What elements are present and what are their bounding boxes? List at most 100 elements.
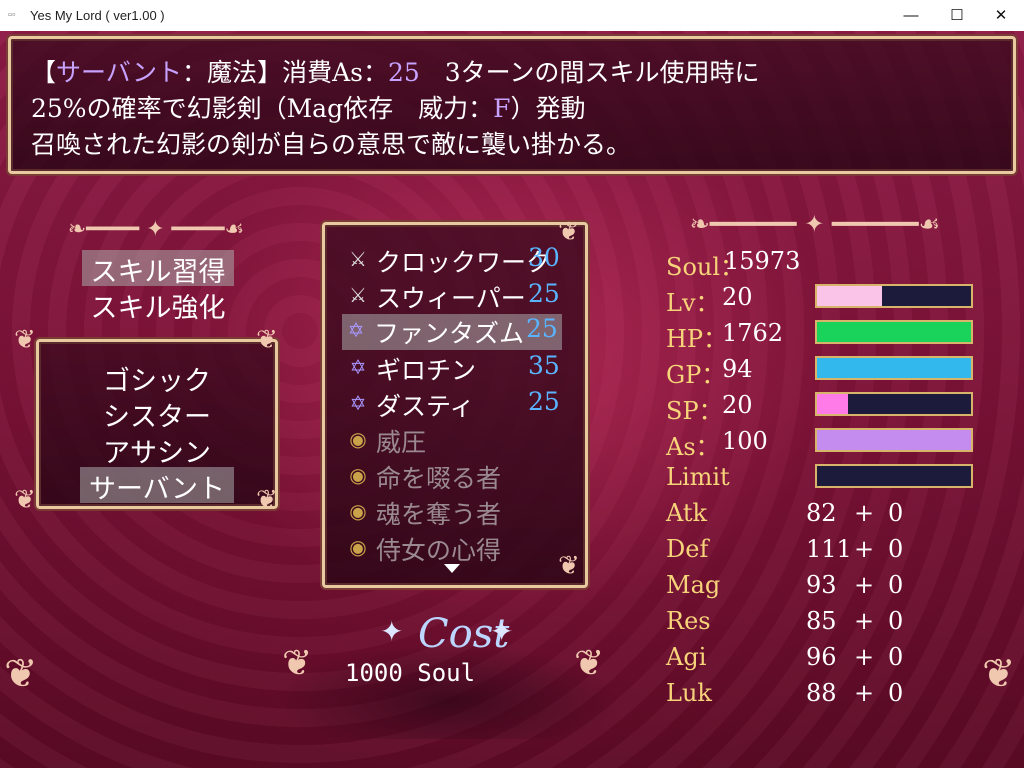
class-servant[interactable]: サーバント [80, 467, 234, 505]
skill-item-guillotine[interactable]: ✡ ギロチン 35 [344, 351, 564, 385]
param-bonus: 0 [888, 535, 904, 563]
param-base: 85 [806, 607, 837, 635]
skill-item-soul-stealer[interactable]: ◉ 魂を奪う者 [344, 495, 564, 529]
param-label: Agi [666, 643, 707, 671]
param-base: 111 [806, 535, 852, 563]
game-screen: 【サーバント：魔法】消費As：25 3ターンの間スキル使用時に 25%の確率で幻… [0, 31, 1024, 768]
command-enhance-skill[interactable]: スキル強化 [82, 286, 234, 324]
skill-name: スウィーパー [376, 284, 526, 313]
help-line-3: 召喚された幻影の剣が自らの意思で敵に襲い掛かる。 [31, 130, 632, 159]
help-line2-post: ）発動 [510, 94, 586, 123]
param-base: 82 [806, 499, 837, 527]
sp-label: SP： [666, 397, 723, 425]
help-category: サーバント [56, 58, 183, 87]
skill-name: 命を啜る者 [376, 464, 502, 493]
hp-bar-fill [817, 322, 971, 342]
help-line-1: 【サーバント：魔法】消費As：25 3ターンの間スキル使用時に [31, 53, 759, 89]
param-plus: + [854, 535, 875, 563]
skill-item-clockwork[interactable]: ⚔ クロックワーク 30 [344, 243, 564, 277]
param-label: Mag [666, 571, 721, 599]
param-label: Atk [666, 499, 708, 527]
help-power: F [493, 94, 511, 123]
hp-label: HP： [666, 325, 728, 353]
as-value: 100 [722, 427, 768, 455]
as-label: As： [666, 433, 720, 461]
skill-item-sweeper[interactable]: ⚔ スウィーパー 25 [344, 279, 564, 313]
bracket-close: 】 [257, 58, 283, 87]
ornament-cost-left: ❦ [282, 643, 313, 684]
class-gothic[interactable]: ゴシック [80, 359, 234, 397]
close-button[interactable]: ✕ [978, 0, 1024, 31]
ornament-corner-bl: ❦ [4, 651, 38, 697]
ornament-class-bl: ❦ [14, 485, 36, 515]
param-bonus: 0 [888, 679, 904, 707]
class-sister[interactable]: シスター [80, 395, 234, 433]
skill-item-life-sipper[interactable]: ◉ 命を啜る者 [344, 459, 564, 493]
sp-value: 20 [722, 391, 753, 419]
ornament-corner-br: ❦ [982, 651, 1016, 697]
window-titlebar: ▫◦ Yes My Lord ( ver1.00 ) — ☐ ✕ [0, 0, 1024, 32]
sparkle-left-icon: ✦ [380, 615, 404, 648]
skill-name: クロックワーク [376, 248, 552, 277]
help-sep: ： [182, 58, 208, 87]
skill-name: ファンタズム [374, 319, 525, 348]
cost-backdrop [274, 643, 622, 739]
soul-value: 15973 [724, 247, 801, 275]
gp-label: GP： [666, 361, 726, 389]
as-bar [815, 428, 973, 452]
param-bonus: 0 [888, 499, 904, 527]
command-learn-skill[interactable]: スキル習得 [82, 250, 234, 288]
param-plus: + [854, 571, 875, 599]
limit-label: Limit [666, 463, 730, 491]
skill-item-dusty[interactable]: ✡ ダスティ 25 [344, 387, 564, 421]
skill-item-maid-mindset[interactable]: ◉ 侍女の心得 [344, 531, 564, 565]
passive-orb-icon: ◉ [349, 463, 367, 487]
skill-name: 魂を奪う者 [376, 500, 502, 529]
bracket-open: 【 [31, 58, 57, 87]
skill-name: ギロチン [376, 356, 477, 385]
lv-label: Lv： [666, 289, 720, 317]
skill-item-intimidate[interactable]: ◉ 威圧 [344, 423, 564, 457]
param-plus: + [854, 679, 875, 707]
param-plus: + [854, 643, 875, 671]
ornament-status-top: ❧━━━━━━ ✦ ━━━━━━☙ [689, 210, 941, 238]
cost-value: 1000 Soul [345, 659, 476, 687]
sparkle-right-icon: ✦ [490, 615, 514, 648]
skill-cost: 35 [528, 351, 560, 380]
passive-orb-icon: ◉ [349, 499, 367, 523]
hp-value: 1762 [722, 319, 784, 347]
skill-name: ダスティ [376, 392, 475, 421]
param-base: 96 [806, 643, 837, 671]
skill-name: 侍女の心得 [376, 536, 502, 565]
limit-bar [815, 464, 973, 488]
class-assassin[interactable]: アサシン [80, 431, 234, 469]
sp-bar-fill [817, 394, 848, 414]
skill-cost: 25 [528, 387, 560, 416]
param-plus: + [854, 607, 875, 635]
help-cost: 25 [387, 58, 420, 87]
ornament-class-tr: ❦ [256, 325, 278, 355]
skill-name: 威圧 [376, 428, 427, 457]
param-label: Res [666, 607, 711, 635]
hexagram-icon: ✡ [347, 318, 365, 342]
ornament-class-br: ❦ [256, 485, 278, 515]
param-base: 93 [806, 571, 837, 599]
passive-orb-icon: ◉ [349, 535, 367, 559]
window-title: Yes My Lord ( ver1.00 ) [30, 8, 165, 23]
hp-bar [815, 320, 973, 344]
skill-item-phantasm[interactable]: ✡ ファンタズム 25 [342, 314, 562, 350]
scroll-down-arrow-icon[interactable] [444, 564, 460, 573]
ornament-cost-right: ❦ [574, 643, 605, 684]
sp-bar [815, 392, 973, 416]
help-line-2: 25%の確率で幻影剣（Mag依存 威力：F）発動 [31, 89, 585, 125]
lv-value: 20 [722, 283, 753, 311]
ornament-left-top: ❧━━━━ ✦ ━━━━☙ [67, 217, 245, 242]
param-bonus: 0 [888, 643, 904, 671]
maximize-button[interactable]: ☐ [934, 0, 980, 31]
help-rest: 3ターンの間スキル使用時に [419, 58, 760, 87]
help-window: 【サーバント：魔法】消費As：25 3ターンの間スキル使用時に 25%の確率で幻… [8, 36, 1016, 174]
crossed-swords-icon: ⚔ [349, 247, 367, 271]
gp-value: 94 [722, 355, 753, 383]
minimize-button[interactable]: — [888, 0, 934, 31]
skill-cost: 25 [528, 279, 560, 308]
